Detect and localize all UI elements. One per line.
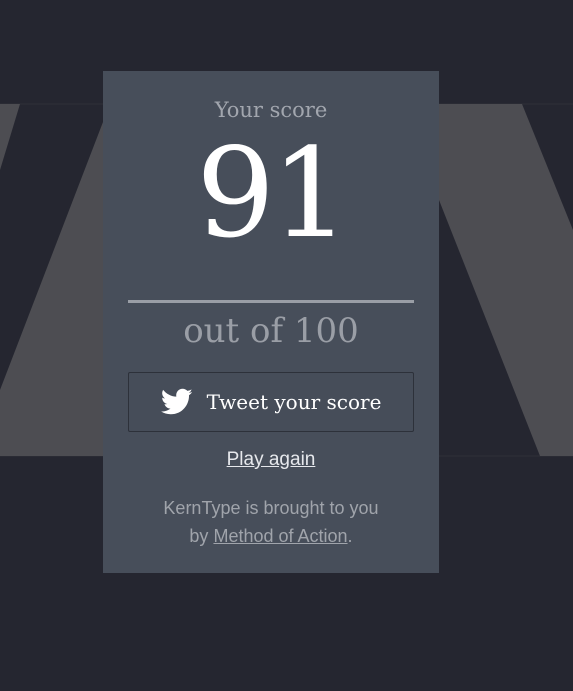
score-max-label: out of 100	[183, 311, 359, 351]
credit-suffix: .	[347, 526, 353, 546]
left-glyph-top-stroke	[0, 104, 20, 170]
score-divider	[128, 300, 414, 303]
tweet-score-button[interactable]: Tweet your score	[128, 372, 414, 432]
score-card: Your score 91 out of 100 Tweet your scor…	[103, 71, 439, 573]
twitter-bird-icon	[160, 388, 193, 416]
left-glyph-diagonal-stroke	[0, 122, 103, 456]
play-again-link[interactable]: Play again	[103, 449, 439, 471]
credit-line-1: KernType is brought to you	[163, 498, 379, 518]
credit-prefix: by	[189, 526, 209, 546]
credit-text: KernType is brought to you by Method of …	[103, 494, 439, 550]
tweet-button-label: Tweet your score	[206, 390, 382, 414]
credit-line-2: by Method of Action.	[103, 522, 439, 550]
score-value: 91	[196, 122, 350, 266]
right-glyph-diagonal-stroke	[439, 104, 573, 456]
method-of-action-link[interactable]: Method of Action	[213, 526, 347, 546]
